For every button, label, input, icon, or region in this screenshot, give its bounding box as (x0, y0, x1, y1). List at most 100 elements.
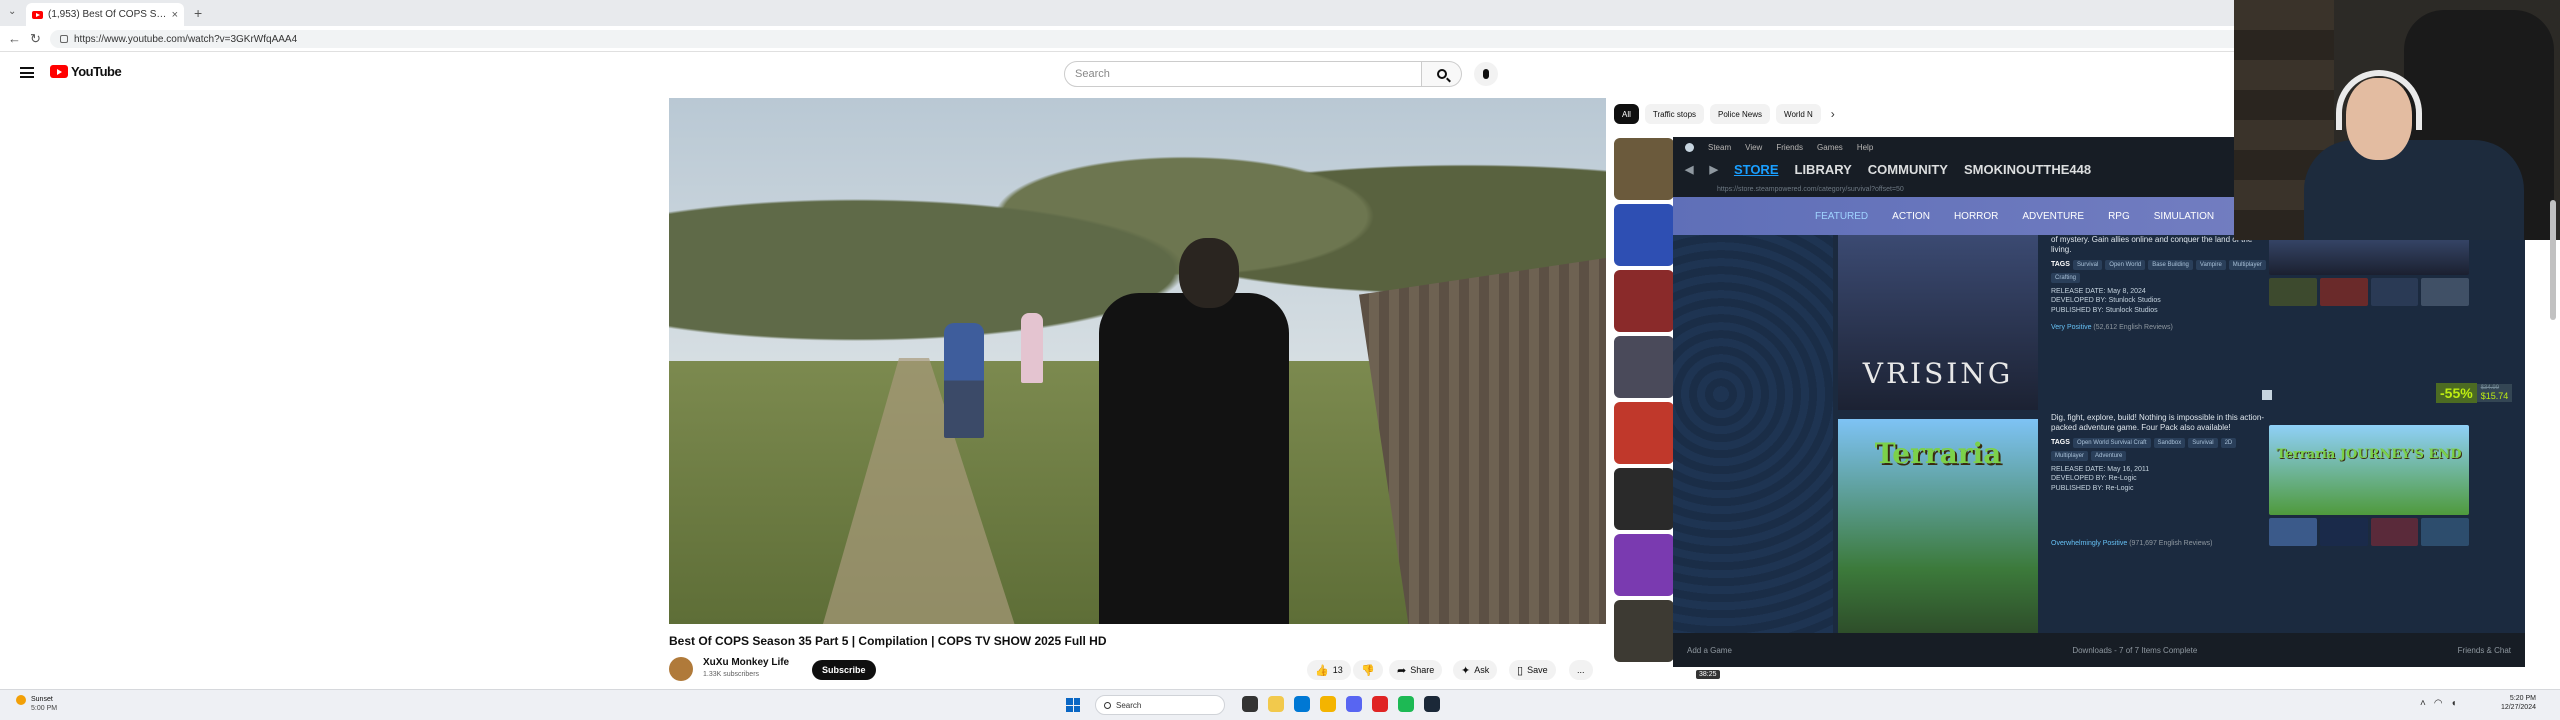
tag[interactable]: Vampire (2195, 259, 2226, 270)
edge-icon[interactable] (1294, 696, 1310, 712)
discord-icon[interactable] (1346, 696, 1362, 712)
steam-nav-profile[interactable]: SMOKINOUTTHE448 (1964, 162, 2091, 177)
tag[interactable]: Survival (2188, 437, 2218, 448)
file-explorer-icon[interactable] (1268, 696, 1284, 712)
chip-police-news[interactable]: Police News (1710, 104, 1771, 124)
downloads-status[interactable]: Downloads - 7 of 7 Items Complete (2072, 646, 2457, 655)
steam-nav-library[interactable]: LIBRARY (1795, 162, 1852, 177)
category-horror[interactable]: HORROR (1954, 211, 1998, 222)
add-game-button[interactable]: Add a Game (1687, 646, 2072, 655)
vrising-price[interactable]: -55% $34.99 $15.74 (2436, 383, 2513, 403)
tag[interactable]: Multiplayer (2051, 450, 2089, 461)
ask-button[interactable]: ✦ Ask (1453, 660, 1498, 680)
steam-nav-community[interactable]: COMMUNITY (1868, 162, 1948, 177)
tag[interactable]: 2D (2220, 437, 2237, 448)
address-bar[interactable]: https://www.youtube.com/watch?v=3GKrWfqA… (50, 30, 2250, 48)
channel-avatar[interactable] (669, 657, 693, 681)
tag[interactable]: Adventure (2091, 450, 2127, 461)
category-rpg[interactable]: RPG (2108, 211, 2130, 222)
menu-icon[interactable] (20, 67, 34, 78)
steam-menu-view[interactable]: View (1745, 143, 1762, 152)
recommendation-thumbnail[interactable] (1614, 468, 1674, 530)
recommendation-thumbnail[interactable] (1614, 402, 1674, 464)
tab-youtube[interactable]: (1,953) Best Of COPS Season × (26, 3, 184, 26)
category-action[interactable]: ACTION (1892, 211, 1930, 222)
chip-traffic-stops[interactable]: Traffic stops (1644, 104, 1705, 124)
like-button[interactable]: 👍 13 (1307, 660, 1351, 680)
search-placeholder: Search (1075, 68, 1110, 80)
recommendation-thumbnail[interactable] (1614, 336, 1674, 398)
search-button[interactable] (1422, 61, 1462, 87)
weather-widget[interactable]: Sunset 5:00 PM (16, 695, 57, 713)
steam-menu-friends[interactable]: Friends (1776, 143, 1803, 152)
share-button[interactable]: ➦ Share (1389, 660, 1443, 680)
vrising-capsule[interactable]: VRISING (1838, 235, 2038, 410)
tag[interactable]: Multiplayer (2228, 259, 2266, 270)
subscribe-button[interactable]: Subscribe (812, 660, 876, 680)
recommendation-thumbnail[interactable] (1614, 138, 1674, 200)
terraria-capsule[interactable]: Terraria (1838, 419, 2038, 633)
recommendation-thumbnail[interactable] (1614, 270, 1674, 332)
forward-icon[interactable]: ▶ (1709, 163, 1717, 176)
terraria-reviews: Overwhelmingly Positive (971,697 English… (2051, 539, 2271, 548)
voice-search-button[interactable] (1474, 62, 1498, 86)
chip-world-news[interactable]: World N (1776, 104, 1821, 124)
steam-menu-help[interactable]: Help (1857, 143, 1873, 152)
tag[interactable]: Sandbox (2153, 437, 2186, 448)
new-tab-icon[interactable]: + (194, 5, 202, 21)
store-background-pattern (1673, 235, 1833, 633)
volume-icon[interactable]: ◖ (2451, 698, 2457, 709)
steam-menu-games[interactable]: Games (1817, 143, 1843, 152)
more-actions-button[interactable]: ... (1569, 660, 1593, 680)
back-icon[interactable]: ← (8, 31, 21, 46)
clock[interactable]: 5:20 PM 12/27/2024 (2486, 694, 2536, 713)
system-tray: ˄ ◠ ◖ (2420, 698, 2457, 709)
reload-icon[interactable]: ↻ (30, 31, 41, 47)
chip-all[interactable]: All (1614, 104, 1639, 124)
video-player[interactable] (669, 98, 1606, 624)
task-view-icon[interactable] (1242, 696, 1258, 712)
chrome-icon[interactable] (1320, 696, 1336, 712)
recommendation-thumbnail[interactable] (1614, 534, 1674, 596)
tag[interactable]: Crafting (2051, 272, 2081, 283)
chevron-up-icon[interactable]: ˄ (2420, 698, 2426, 709)
steam-icon[interactable] (1424, 696, 1440, 712)
subscriber-count: 1.33K subscribers (703, 671, 760, 678)
tag[interactable]: Open World (2105, 259, 2146, 270)
video-frame-person (944, 323, 984, 438)
terraria-description: Dig, fight, explore, build! Nothing is i… (2051, 413, 2264, 433)
category-simulation[interactable]: SIMULATION (2154, 211, 2214, 222)
start-button[interactable] (1066, 698, 1080, 712)
taskbar-apps (1242, 696, 1440, 712)
category-featured[interactable]: FEATURED (1815, 211, 1868, 222)
steam-menu-steam[interactable]: Steam (1708, 143, 1731, 152)
category-adventure[interactable]: ADVENTURE (2022, 211, 2084, 222)
tag[interactable]: Open World Survival Craft (2072, 437, 2151, 448)
wifi-icon[interactable]: ◠ (2434, 698, 2443, 709)
save-button[interactable]: ▯ Save (1509, 660, 1556, 680)
taskbar-search[interactable]: Search (1095, 695, 1225, 715)
friends-chat-button[interactable]: Friends & Chat (2458, 646, 2511, 655)
video-frame-child (1021, 313, 1043, 383)
youtube-logo[interactable]: YouTube (50, 64, 122, 79)
app-icon[interactable] (1372, 696, 1388, 712)
tag[interactable]: Base Building (2148, 259, 2193, 270)
spotify-icon[interactable] (1398, 696, 1414, 712)
screenshot-main: Terraria JOURNEY'S END (2269, 425, 2469, 515)
tab-list-icon[interactable]: ⌄ (8, 6, 16, 17)
close-icon[interactable]: × (172, 9, 178, 21)
recommendation-thumbnail[interactable] (1614, 600, 1674, 662)
vrising-screenshots (2269, 237, 2469, 306)
chevron-right-icon[interactable]: › (1827, 107, 1835, 121)
dislike-button[interactable]: 👎 (1353, 660, 1383, 680)
steam-nav-store[interactable]: STORE (1734, 162, 1779, 177)
vrising-logo: VRISING (1862, 357, 2014, 390)
recommendation-thumbnail[interactable] (1614, 204, 1674, 266)
tag[interactable]: Survival (2072, 259, 2103, 270)
tags-label: TAGS (2051, 438, 2070, 446)
channel-name[interactable]: XuXu Monkey Life (703, 657, 789, 668)
filter-chips: All Traffic stops Police News World N › (1614, 104, 1835, 124)
search-input[interactable]: Search (1064, 61, 1422, 87)
page-scrollbar[interactable] (2550, 200, 2556, 320)
back-icon[interactable]: ◀ (1685, 163, 1693, 176)
